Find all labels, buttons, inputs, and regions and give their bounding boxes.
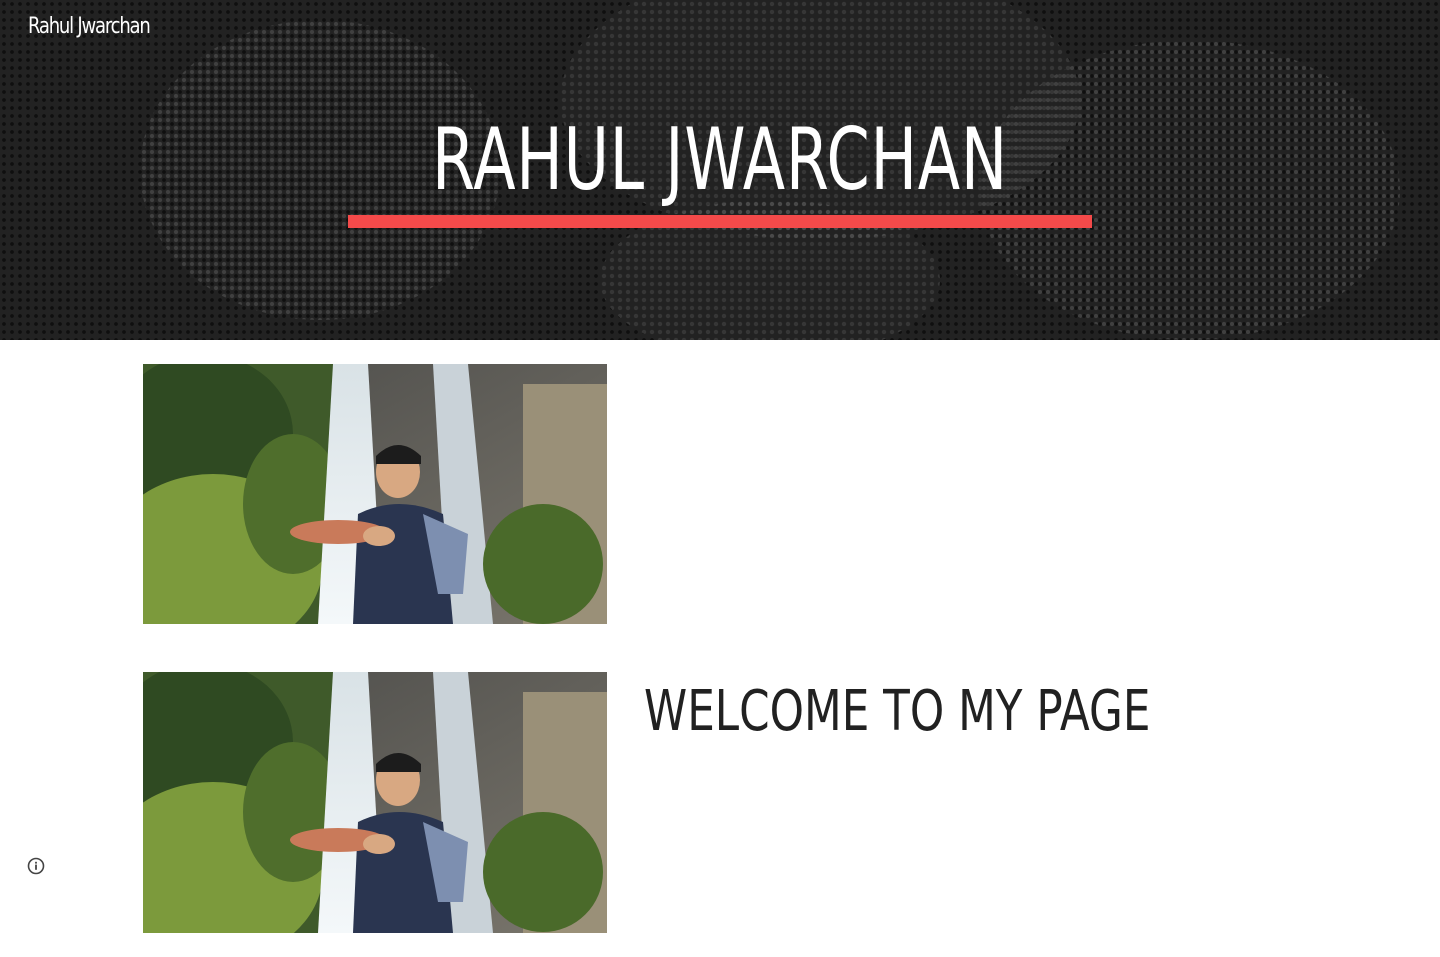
page-header: Rahul Jwarchan RAHUL JWARCHAN — [0, 0, 1440, 340]
page-title: RAHUL JWARCHAN — [0, 108, 1440, 212]
site-name-link[interactable]: Rahul Jwarchan — [28, 12, 151, 42]
page-title-text: RAHUL JWARCHAN — [432, 110, 1008, 210]
waterfall-photo — [143, 364, 607, 624]
waterfall-photo-art — [143, 672, 607, 933]
info-circle-icon — [27, 857, 45, 875]
welcome-heading: WELCOME TO MY PAGE — [644, 679, 1151, 744]
waterfall-photo — [143, 672, 607, 933]
waterfall-photo-art — [143, 364, 607, 624]
info-icon[interactable] — [26, 856, 46, 876]
title-underline — [348, 215, 1092, 228]
